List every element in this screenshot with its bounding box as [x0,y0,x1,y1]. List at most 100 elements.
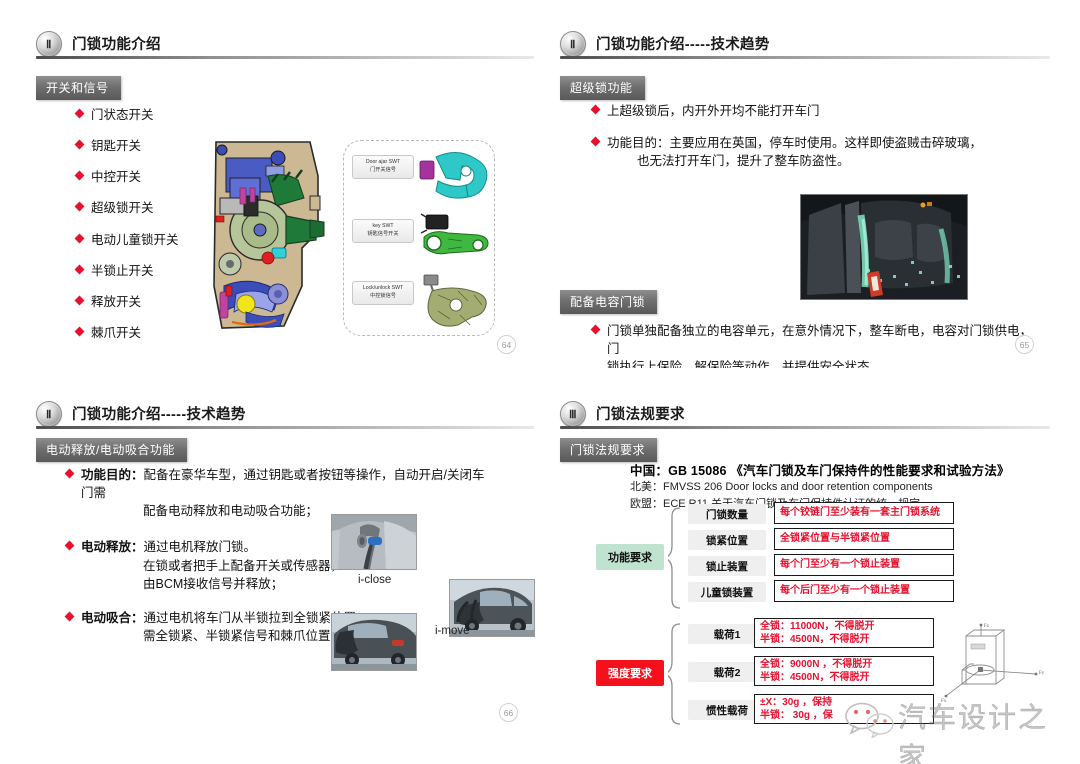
list-item-line: 需全锁紧、半锁紧信号和棘爪位置信号。 [143,628,369,643]
group-key-functional: 功能要求 [596,544,664,570]
diamond-bullet-icon [74,264,85,275]
diamond-bullet-icon [590,136,601,147]
list-item-label: 钥匙开关 [91,139,142,154]
requirement-value-line: 每个后门至少有一个锁止装置 [780,585,910,597]
diamond-bullet-icon [590,104,601,115]
list-item-key: 电动释放： [81,540,144,555]
diamond-bullet-icon [590,324,601,335]
smashed-car-window-photo [800,194,968,300]
section-badge: Ⅱ [36,31,62,57]
diamond-bullet-icon [74,295,85,306]
list-item-label: 电动吸合：通过电机将车门从半锁拉到全锁紧位置； 需全锁紧、半锁紧信号和棘爪位置信… [81,609,369,645]
slide-power-release-trend: Ⅱ 门锁功能介绍-----技术趋势 电动释放/电动吸合功能 功能目的：配备在豪华… [28,398,536,738]
diamond-bullet-icon [74,326,85,337]
switch-label-cn: 钥匙信号开关 [367,230,399,237]
header-divider [36,426,534,429]
slide-header: Ⅲ 门锁法规要求 [552,398,1052,432]
list-item-label: 棘爪开关 [91,325,142,340]
requirement-value: 全锁：9000N ，不得脱开 半锁：4500N，不得脱开 [754,656,934,686]
switch-label-cn: 门开关信号 [370,166,396,173]
list-item: 门锁单独配备独立的电容单元，在意外情况下，整车断电，电容对门锁供电，门 锁执行上… [590,322,1042,368]
list-item: 门状态开关 [74,106,179,124]
list-item: 电动儿童锁开关 [74,231,179,249]
header-divider [36,56,534,59]
section-tag-label: 配备电容门锁 [560,290,658,314]
list-item-label: 上超级锁后，内开外开均不能打开车门 [607,104,820,118]
slide-door-lock-switches: Ⅱ 门锁功能介绍 开关和信号 门状态开关 钥匙开关 中控开关 超级锁开关 电动儿… [28,28,536,368]
svg-text:Fx: Fx [941,699,947,704]
switch-bullet-list: 门状态开关 钥匙开关 中控开关 超级锁开关 电动儿童锁开关 半锁止开关 释放开关… [74,106,179,355]
list-item-line: 门锁单独配备独立的电容单元，在意外情况下，整车断电，电容对门锁供电，门 [607,324,1033,357]
slide-header: Ⅱ 门锁功能介绍 [28,28,536,62]
section-badge: Ⅱ [560,31,586,57]
list-item-label: 门状态开关 [91,108,154,122]
list-item: 棘爪开关 [74,324,179,342]
key-switch-lever-part-icon [418,211,490,267]
svg-text:Fy: Fy [1039,671,1045,676]
list-item: 超级锁开关 [74,199,179,217]
switch-signal-label: Lock/unlock SWT 中控锁信号 [352,281,414,305]
switch-signal-row: key SWT 钥匙信号开关 [352,211,490,269]
group-key-strength: 强度要求 [596,660,664,686]
diamond-bullet-icon [64,468,75,479]
brace-icon [663,506,682,615]
list-item-line: 在锁或者把手上配备开关或传感器， [143,558,344,573]
requirement-name: 锁止装置 [688,556,766,576]
switch-signal-label: key SWT 钥匙信号开关 [352,219,414,243]
diamond-bullet-icon [64,611,75,622]
switch-signal-row: Door ajar SWT 门开关信号 [352,147,490,205]
requirement-value-line: 半锁：4500N，不得脱开 [760,634,870,645]
slide-header: Ⅱ 门锁功能介绍-----技术趋势 [28,398,536,432]
list-item-label: 释放开关 [91,294,142,309]
page-title: 门锁法规要求 [596,407,685,423]
header-divider [560,56,1050,59]
brace-icon [663,622,682,731]
list-item: 中控开关 [74,168,179,186]
latch-fork-part-icon [418,147,490,203]
requirement-value: 每个门至少有一个锁止装置 [774,554,954,576]
diamond-bullet-icon [74,201,85,212]
list-item-line: 功能目的：主要应用在英国，停车时使用。这样即使盗贼击碎玻璃， [607,136,983,151]
requirement-value: 每个后门至少有一个锁止装置 [774,580,954,602]
diamond-bullet-icon [74,108,85,119]
slide-super-lock-trend: Ⅱ 门锁功能介绍-----技术趋势 超级锁功能 上超级锁后，内开外开均不能打开车… [552,28,1052,368]
list-item: 电动释放：通过电机释放门锁。 在锁或者把手上配备开关或传感器， 由BCM接收信号… [64,538,496,592]
svg-text:Fz: Fz [984,624,990,629]
list-item-key: 电动吸合： [81,610,144,625]
diamond-bullet-icon [64,540,75,551]
list-item-line: 也无法打开车门，提升了整车防盗性。 [637,154,850,169]
requirement-value: ±X：30g ，保持 半锁： 30g ，保 [754,694,934,724]
requirement-name: 门锁数量 [688,504,766,524]
list-item-line: 由BCM接收信号并释放； [143,576,284,591]
capacitor-lock-bullets: 门锁单独配备独立的电容单元，在意外情况下，整车断电，电容对门锁供电，门 锁执行上… [590,322,1042,368]
requirement-value: 每个铰链门至少装有一套主门锁系统 [774,502,954,524]
list-item-line: 锁执行上保险、解保险等动作，并提供安全状态。 [607,360,883,368]
page-title: 门锁功能介绍-----技术趋势 [596,37,770,53]
requirement-value: 全锁紧位置与半锁紧位置 [774,528,954,550]
requirement-value-line: 每个铰链门至少装有一套主门锁系统 [780,507,940,519]
list-item-key: 功能目的： [81,468,144,482]
switch-signal-label: Door ajar SWT 门开关信号 [352,155,414,179]
section-badge: Ⅲ [560,401,586,427]
switch-signal-row: Lock/unlock SWT 中控锁信号 [352,273,490,331]
section-tag-super-lock: 超级锁功能 [560,76,645,100]
page-number: 66 [499,703,518,722]
list-item-label: 门锁单独配备独立的电容单元，在意外情况下，整车断电，电容对门锁供电，门 锁执行上… [607,322,1042,368]
section-tag-label: 超级锁功能 [560,76,645,100]
requirement-value-line: 全锁：9000N ，不得脱开 [760,658,873,670]
list-item-label: 功能目的：配备在豪华车型，通过钥匙或者按钮等操作，自动开启/关闭车门需 配备电动… [81,466,496,520]
list-item: 功能目的：配备在豪华车型，通过钥匙或者按钮等操作，自动开启/关闭车门需 配备电动… [64,466,496,520]
requirement-value: 全锁：11000N，不得脱开 半锁：4500N，不得脱开 [754,618,934,648]
list-item: 钥匙开关 [74,137,179,155]
switch-label-en: Lock/unlock SWT [362,285,404,291]
section-tag-label: 开关和信号 [36,76,121,100]
functional-requirements-group: 功能要求 门锁数量 锁紧位置 锁止装置 儿童锁装置 每个铰链门至少装有一套主门锁… [552,502,1052,612]
requirement-value-line: 半锁： 30g ，保 [760,710,833,721]
car-rear-door-photo [331,613,417,671]
requirement-value-line: 每个门至少有一个锁止装置 [780,559,900,571]
page-number: 65 [1015,335,1034,354]
super-lock-bullets: 上超级锁后，内开外开均不能打开车门 功能目的：主要应用在英国，停车时使用。这样即… [590,102,1012,183]
presentation-page: Ⅱ 门锁功能介绍 开关和信号 门状态开关 钥匙开关 中控开关 超级锁开关 电动儿… [0,0,1080,764]
list-item: 电动吸合：通过电机将车门从半锁拉到全锁紧位置； 需全锁紧、半锁紧信号和棘爪位置信… [64,609,496,645]
section-tag: 门锁法规要求 [560,438,658,462]
